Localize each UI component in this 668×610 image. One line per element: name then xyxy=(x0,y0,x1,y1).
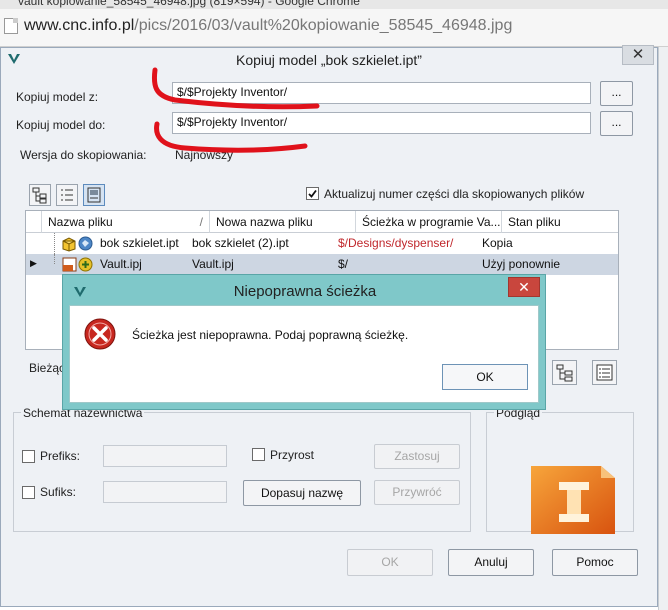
url-field[interactable]: www.cnc.info.pl/pics/2016/03/vault%20kop… xyxy=(24,17,512,35)
list-icon xyxy=(61,189,73,201)
error-message: Ścieżka jest niepoprawna. Podaj poprawną… xyxy=(132,328,409,342)
new-file-name[interactable]: bok szkielet (2).ipt xyxy=(188,233,334,254)
vault-path: $/ xyxy=(338,257,349,271)
tree-icon xyxy=(32,187,47,204)
structure-icon xyxy=(556,364,573,382)
error-dialog-title: Niepoprawna ścieżka xyxy=(233,283,377,300)
copy-to-label: Kopiuj model do: xyxy=(16,118,106,132)
copy-to-browse-button[interactable]: ... xyxy=(600,111,633,136)
dialog-close-button[interactable]: ✕ xyxy=(622,45,654,65)
update-part-number-label: Aktualizuj numer części dla skopiowanych… xyxy=(324,187,585,201)
properties-view-button[interactable] xyxy=(592,360,617,385)
suffix-checkbox[interactable] xyxy=(22,486,35,499)
page-icon xyxy=(4,18,18,34)
url-host: www.cnc.info.pl xyxy=(24,17,135,34)
background-window-edge xyxy=(658,47,668,610)
error-dialog: Niepoprawna ścieżka ✕ Ścieżka jest niepo… xyxy=(62,274,546,410)
version-label: Wersja do skopiowania: xyxy=(20,148,147,162)
restore-button[interactable]: Przywróć xyxy=(374,480,460,505)
grid-header-marker xyxy=(26,211,42,233)
file-state[interactable]: Użyj ponownie xyxy=(478,254,594,275)
column-header-vault-path[interactable]: Ścieżka w programie Va... xyxy=(356,211,502,233)
browser-tab-title: vault kopiowanie_58545_46948.jpg (819×59… xyxy=(18,0,360,8)
update-part-number-checkbox[interactable] xyxy=(306,187,319,200)
naming-scheme-group xyxy=(13,412,471,532)
error-dialog-body: Ścieżka jest niepoprawna. Podaj poprawną… xyxy=(69,305,539,403)
tree-connector xyxy=(54,254,55,264)
structure-view-button[interactable] xyxy=(552,360,577,385)
increment-label: Przyrost xyxy=(270,448,315,462)
suffix-input[interactable] xyxy=(103,481,227,503)
details-icon xyxy=(87,187,101,203)
file-state[interactable]: Kopia xyxy=(478,233,594,254)
url-path: /pics/2016/03/vault%20kopiowanie_58545_4… xyxy=(134,17,513,34)
vault-path: $/Designs/dyspenser/ xyxy=(338,236,454,250)
tree-connector xyxy=(54,233,55,254)
error-ok-button[interactable]: OK xyxy=(442,364,528,390)
copy-from-label: Kopiuj model z: xyxy=(16,90,99,104)
column-header-new-name[interactable]: Nowa nazwa pliku xyxy=(210,211,356,233)
column-header-name[interactable]: Nazwa pliku / xyxy=(42,211,210,233)
column-header-file-state[interactable]: Stan pliku xyxy=(502,211,618,233)
current-row-marker-icon: ▶ xyxy=(30,258,37,268)
apply-button[interactable]: Zastosuj xyxy=(374,444,460,469)
vault-status-icon xyxy=(78,236,93,251)
inventor-logo-icon xyxy=(531,466,615,534)
prefix-label: Prefiks: xyxy=(40,449,81,463)
part-file-icon xyxy=(62,237,76,252)
increment-checkbox[interactable] xyxy=(252,448,265,461)
fit-name-button[interactable]: Dopasuj nazwę xyxy=(243,480,361,506)
red-underline-marker xyxy=(151,67,320,153)
table-row[interactable]: bok szkielet.ipt bok szkielet (2).ipt $/… xyxy=(26,233,618,254)
copy-from-browse-button[interactable]: ... xyxy=(600,81,633,106)
project-file-icon xyxy=(62,257,77,272)
help-button[interactable]: Pomoc xyxy=(552,549,638,576)
prefix-checkbox[interactable] xyxy=(22,450,35,463)
ok-button[interactable]: OK xyxy=(347,549,433,576)
properties-icon xyxy=(596,364,613,381)
list-view-button[interactable] xyxy=(56,184,78,206)
details-view-button[interactable] xyxy=(83,184,105,206)
suffix-label: Sufiks: xyxy=(40,485,77,499)
new-file-name[interactable]: Vault.ipj xyxy=(188,254,334,275)
add-status-icon xyxy=(78,257,93,272)
cancel-button[interactable]: Anuluj xyxy=(448,549,534,576)
error-close-button[interactable]: ✕ xyxy=(508,277,540,297)
table-row[interactable]: ▶ Vault.ipj Vault.ipj $/ Użyj ponownie xyxy=(26,254,618,275)
browser-title-bar: vault kopiowanie_58545_46948.jpg (819×59… xyxy=(0,0,668,9)
column-header-name-label: Nazwa pliku xyxy=(48,215,113,229)
checkmark-icon xyxy=(308,189,317,198)
error-icon xyxy=(84,318,116,350)
prefix-input[interactable] xyxy=(103,445,227,467)
sort-indicator: / xyxy=(199,215,203,229)
tree-view-button[interactable] xyxy=(29,184,51,206)
